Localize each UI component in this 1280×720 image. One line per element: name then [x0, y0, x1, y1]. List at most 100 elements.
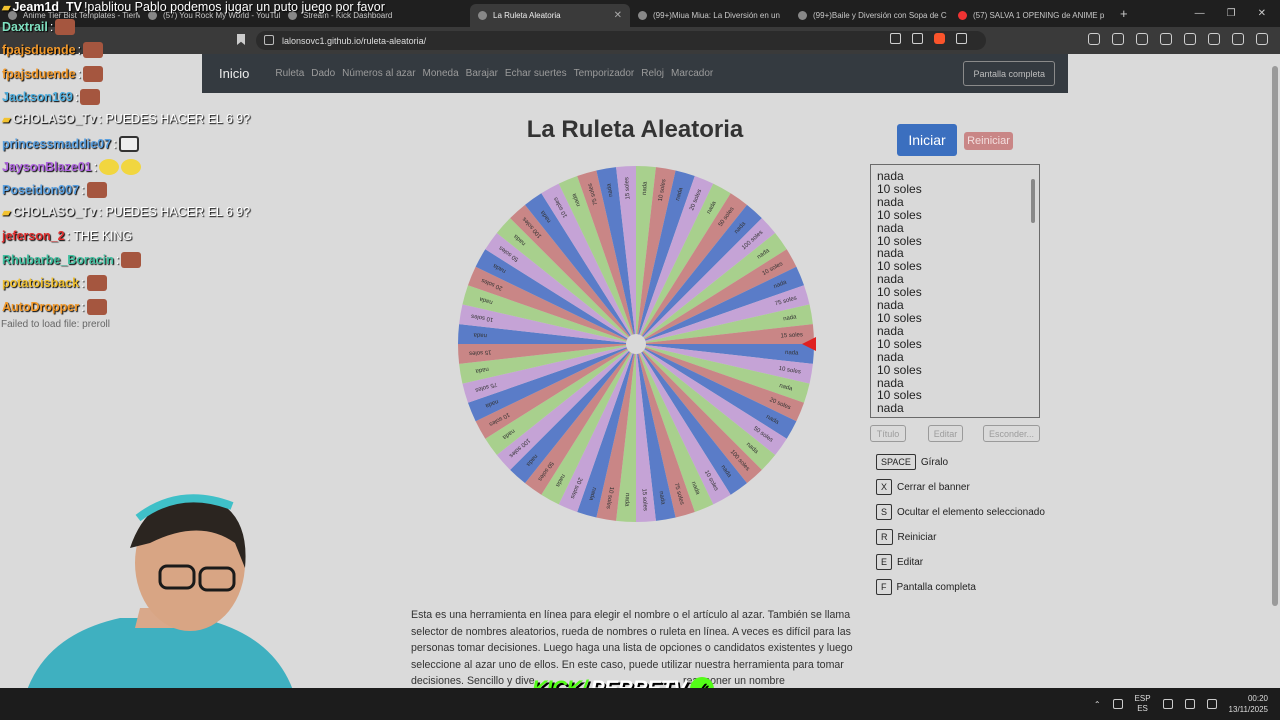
tab-label: (99+)Baile y Diversión con Sopa de C	[813, 11, 947, 20]
wheel-segment-label: 15 soles	[641, 488, 648, 511]
chat-username[interactable]: Rhubarbe_Boracin	[2, 253, 114, 267]
option-line: nada	[877, 323, 904, 338]
new-tab-icon[interactable]: +	[1110, 6, 1138, 21]
shortcut-key: E	[876, 554, 893, 570]
chat-username[interactable]: Jackson169	[2, 90, 73, 104]
vpn-icon[interactable]	[1232, 33, 1244, 45]
microphone-icon[interactable]	[1112, 699, 1123, 709]
chat-message: potatoisback:	[2, 275, 107, 292]
preroll-error: Failed to load file: preroll	[1, 319, 110, 330]
chat-username[interactable]: Daxtrail	[2, 20, 48, 34]
battery-icon[interactable]	[1206, 699, 1217, 709]
nav-links: Ruleta Dado Números al azar Moneda Baraj…	[275, 68, 713, 79]
chevron-up-icon[interactable]: ⌃	[1094, 700, 1101, 709]
minimize-icon[interactable]: —	[1195, 8, 1205, 19]
textarea-scrollbar[interactable]	[1030, 167, 1037, 415]
language-indicator[interactable]: ESP ES	[1135, 694, 1151, 714]
option-line: 10 soles	[877, 362, 922, 377]
chat-text: :	[115, 253, 120, 267]
puzzle-icon[interactable]	[1112, 33, 1124, 45]
chat-username[interactable]: fpajsduende	[2, 67, 76, 81]
edit-button[interactable]: Editar	[928, 425, 963, 442]
share-icon[interactable]	[912, 33, 923, 44]
shortcut-key: F	[876, 579, 892, 595]
nav-link[interactable]: Números al azar	[342, 68, 415, 79]
tab-6[interactable]: (57) SALVA 1 OPENING de ANIME p	[950, 4, 1110, 27]
page-scrollbar[interactable]	[1270, 54, 1280, 688]
tab-label: (99+)Miua Miua: La Diversión en un	[653, 11, 780, 20]
close-window-icon[interactable]: ✕	[1258, 8, 1266, 19]
url-right-icons	[890, 33, 967, 44]
reset-button[interactable]: Reiniciar	[964, 132, 1013, 150]
fullscreen-button[interactable]: Pantalla completa	[963, 61, 1055, 86]
extension-icon[interactable]	[1088, 33, 1100, 45]
maximize-icon[interactable]: ❐	[1227, 8, 1236, 19]
tab-favicon-icon	[478, 11, 487, 20]
url-text: lalonsovc1.github.io/ruleta-aleatoria/	[282, 35, 427, 46]
nav-link[interactable]: Moneda	[423, 68, 459, 79]
nav-link[interactable]: Temporizador	[574, 68, 635, 79]
nav-link[interactable]: Barajar	[466, 68, 498, 79]
chat-message: ▰ CHOLASO_Tv: PUEDES HACER EL 6 9?	[2, 205, 250, 219]
rewards-icon[interactable]	[956, 33, 967, 44]
wallet-icon[interactable]	[1208, 33, 1220, 45]
brave-shield-icon[interactable]	[934, 33, 945, 44]
option-line: nada	[877, 169, 904, 183]
tab-3[interactable]: La Ruleta Aleatoria ✕	[470, 4, 630, 27]
chat-username[interactable]: fpajsduende	[2, 43, 76, 57]
music-icon[interactable]	[1160, 33, 1172, 45]
nav-brand[interactable]: Inicio	[219, 66, 249, 81]
shortcut-label: Cerrar el banner	[897, 481, 970, 493]
chat-text: :	[81, 299, 85, 314]
screenshot-icon[interactable]	[1136, 33, 1148, 45]
shortcut-key: X	[876, 479, 893, 495]
option-line: nada	[877, 349, 904, 364]
volume-icon[interactable]	[1184, 699, 1195, 709]
shortcut-label: Gíralo	[920, 456, 949, 468]
option-line: nada	[877, 401, 904, 416]
wifi-icon[interactable]	[1162, 699, 1173, 709]
chat-username[interactable]: CHOLASO_Tv	[12, 112, 96, 126]
chat-message: fpajsduende:	[2, 42, 104, 59]
chat-username[interactable]: CHOLASO_Tv	[12, 205, 96, 219]
tab-5[interactable]: (99+)Baile y Diversión con Sopa de C	[790, 4, 950, 27]
chat-username[interactable]: jeferson_2	[2, 229, 65, 243]
nav-link[interactable]: Reloj	[641, 68, 664, 79]
nav-link[interactable]: Echar suertes	[505, 68, 567, 79]
sidebar-icon[interactable]	[1184, 33, 1196, 45]
emote-icon	[86, 298, 107, 315]
chat-username[interactable]: AutoDropper	[2, 300, 79, 314]
wheel-segment-label: 15 soles	[780, 332, 803, 339]
bookmark-icon[interactable]	[237, 34, 245, 45]
tab-4[interactable]: (99+)Miua Miua: La Diversión en un	[630, 4, 790, 27]
nav-link[interactable]: Ruleta	[275, 68, 304, 79]
chat-username[interactable]: Poseidon907	[2, 183, 79, 197]
chat-text: :	[81, 183, 85, 198]
roulette-wheel[interactable]: nada 10 soles nada 20 soles nada 50 solesnada…	[456, 164, 816, 524]
options-textarea[interactable]: nada 10 soles nada 10 soles nada 10 soles nada…	[870, 164, 1040, 418]
mute-icon[interactable]	[890, 33, 901, 44]
nav-link[interactable]: Dado	[311, 68, 335, 79]
hide-button[interactable]: Esconder...	[983, 425, 1040, 442]
chat-text: :	[77, 66, 82, 81]
site-settings-icon[interactable]	[264, 35, 274, 45]
chat-message: jeferson_2: THE KING	[2, 229, 132, 243]
emote-icon	[86, 182, 107, 199]
tab-favicon-icon	[638, 11, 647, 20]
chat-username[interactable]: potatoisback	[2, 276, 79, 290]
nav-link[interactable]: Marcador	[671, 68, 713, 79]
close-icon[interactable]: ✕	[614, 10, 622, 21]
chat-text: :	[113, 136, 117, 151]
title-button[interactable]: Título	[870, 425, 906, 442]
chat-username[interactable]: Jeam1d_TV	[12, 0, 81, 14]
shortcut-label: Reiniciar	[897, 531, 937, 543]
shortcut-item: F Pantalla completa	[876, 579, 976, 595]
chat-message: JaysonBlaze01:	[2, 158, 142, 175]
menu-icon[interactable]	[1256, 33, 1268, 45]
shortcut-key: S	[876, 504, 893, 520]
url-field[interactable]: lalonsovc1.github.io/ruleta-aleatoria/	[256, 31, 986, 50]
clock[interactable]: 00:20 13/11/2025	[1229, 693, 1268, 715]
start-button[interactable]: Iniciar	[897, 124, 957, 156]
chat-username[interactable]: princessmaddie07	[2, 137, 111, 151]
chat-username[interactable]: JaysonBlaze01	[2, 160, 92, 174]
